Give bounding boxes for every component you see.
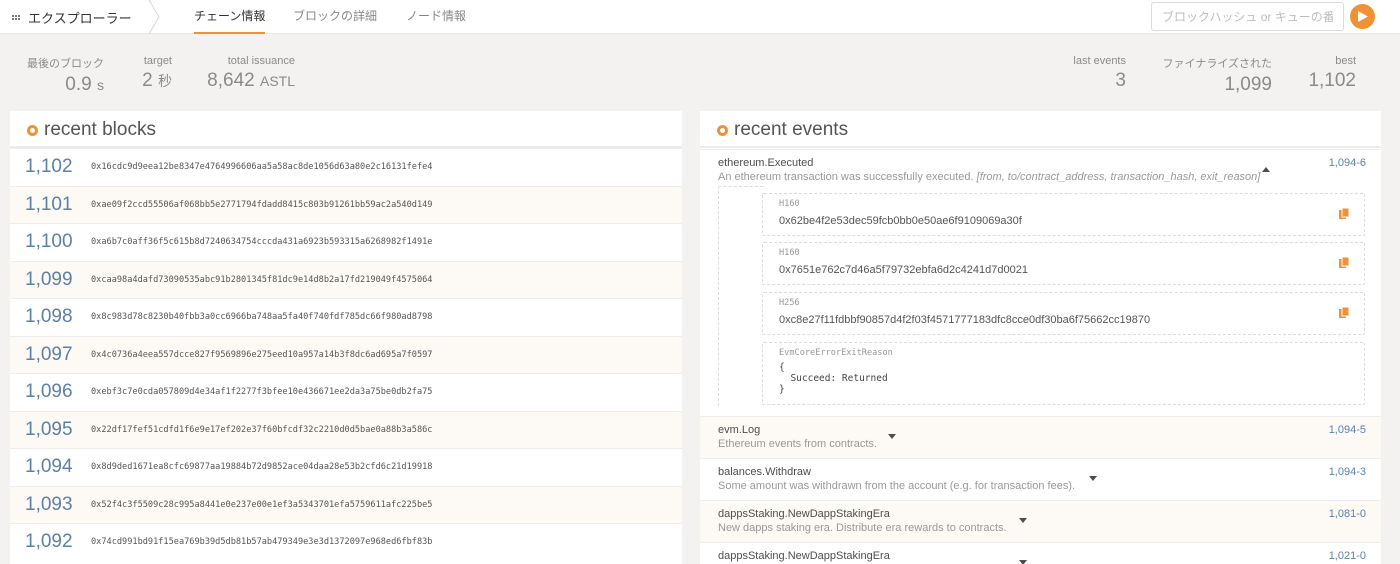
block-number-link[interactable]: 1,097 xyxy=(25,344,73,366)
expand-caret-icon[interactable] xyxy=(1019,560,1027,564)
copy-icon[interactable] xyxy=(1339,208,1350,220)
table-row[interactable]: 1,094 0x8d9ded1671ea8cfc69877aa19884b72d9… xyxy=(10,448,682,485)
block-number-link[interactable]: 1,101 xyxy=(25,194,73,216)
param-box: H160 0x62be4f2e53dec59fcb0bb0e50ae6f9109… xyxy=(762,193,1365,236)
table-row[interactable]: 1,092 0x74cd991bd91f15ea769b39d5db81b57ab… xyxy=(10,523,682,560)
event-id-link[interactable]: 1,094-6 xyxy=(1329,157,1366,169)
param-box: H256 0xc8e27f11fdbbf90857d4f2f03f4571777… xyxy=(762,292,1365,335)
status-dot-icon xyxy=(717,124,728,136)
block-number-link[interactable]: 1,099 xyxy=(25,269,73,291)
event-name: balances.Withdraw xyxy=(718,466,811,478)
block-number-link[interactable]: 1,098 xyxy=(25,306,73,328)
copy-icon[interactable] xyxy=(1339,257,1350,269)
event-description: Ethereum events from contracts. xyxy=(718,438,877,450)
tab-block-details[interactable]: ブロックの詳細 xyxy=(281,7,389,34)
top-nav: エクスプローラー チェーン情報 ブロックの詳細 ノード情報 xyxy=(0,0,1400,34)
event-id-link[interactable]: 1,021-0 xyxy=(1329,550,1366,562)
block-hash: 0x22df17fef51cdfd1f6e9e17ef202e37f60bfcd… xyxy=(91,424,433,435)
table-row[interactable]: 1,095 0x22df17fef51cdfd1f6e9e17ef202e37f6… xyxy=(10,410,682,448)
param-type: H160 xyxy=(779,199,800,209)
recent-blocks-title: recent blocks xyxy=(27,119,156,141)
param-value: 0x7651e762c7d46a5f79732ebfa6d2c4241d7d00… xyxy=(779,264,1028,276)
expand-caret-icon[interactable] xyxy=(1089,476,1097,481)
table-row[interactable]: 1,102 0x16cdc9d9eea12be8347e4764996606aa5… xyxy=(10,148,682,185)
param-box: EvmCoreErrorExitReason { Succeed: Return… xyxy=(762,342,1365,405)
table-row[interactable]: 1,099 0xcaa98a4dafd73090535abc91b2801345f… xyxy=(10,260,682,298)
event-description: New dapps staking era. Distribute era re… xyxy=(718,522,1007,534)
event-name: dappsStaking.NewDappStakingEra xyxy=(718,508,890,520)
param-value: 0x62be4f2e53dec59fcb0bb0e50ae6f9109069a3… xyxy=(779,215,1022,227)
event-row[interactable]: dappsStaking.NewDappStakingEra New dapps… xyxy=(700,500,1381,542)
recent-blocks-panel: recent blocks 1,102 0x16cdc9d9eea12be8347… xyxy=(10,111,682,564)
recent-events-panel: recent events ethereum.Executed An ether… xyxy=(700,111,1381,564)
table-row[interactable]: 1,101 0xae09f2ccd55506af068bb5e2771794fda… xyxy=(10,185,682,223)
block-hash: 0xa6b7c0aff36f5c615b8d7240634754cccda431… xyxy=(91,237,433,247)
stat-finalized: ファイナライズされた 1,099 xyxy=(1162,58,1272,95)
stat-best: best 1,102 xyxy=(1308,55,1356,91)
stat-total-issuance: total issuance 8,642 ASTL xyxy=(207,55,295,91)
chevron-right-icon xyxy=(148,0,160,34)
event-description: Some amount was withdrawn from the accou… xyxy=(718,480,1076,492)
block-number-link[interactable]: 1,100 xyxy=(25,231,73,253)
block-number-link[interactable]: 1,093 xyxy=(25,494,73,516)
expand-caret-icon[interactable] xyxy=(888,434,896,439)
param-value: 0xc8e27f11fdbbf90857d4f2f03f4571777183df… xyxy=(779,314,1151,326)
status-dot-icon xyxy=(27,124,38,136)
block-hash: 0x8d9ded1671ea8cfc69877aa19884b72d9852ac… xyxy=(91,462,433,472)
block-number-link[interactable]: 1,096 xyxy=(25,381,73,403)
play-icon xyxy=(1358,11,1368,22)
stat-last-block: 最後のブロック 0.9 s xyxy=(27,58,104,95)
param-group-border xyxy=(718,186,763,187)
search-go-button[interactable] xyxy=(1350,4,1375,29)
table-row[interactable]: 1,100 0xa6b7c0aff36f5c615b8d7240634754ccc… xyxy=(10,223,682,260)
app-selector[interactable]: エクスプローラー xyxy=(12,7,132,27)
param-box: H160 0x7651e762c7d46a5f79732ebfa6d2c4241… xyxy=(762,242,1365,285)
block-hash: 0xcaa98a4dafd73090535abc91b2801345f81dc9… xyxy=(91,274,433,285)
apps-grid-icon xyxy=(12,14,20,20)
expand-caret-icon[interactable] xyxy=(1019,518,1027,523)
table-row[interactable]: 1,096 0xebf3c7e0cda057809d4e34af1f2277f3b… xyxy=(10,373,682,410)
event-row[interactable]: dappsStaking.NewDappStakingEra 1,021-0 xyxy=(700,542,1381,564)
stat-last-events: last events 3 xyxy=(1073,55,1126,91)
event-name: ethereum.Executed xyxy=(718,157,814,169)
block-hash: 0x74cd991bd91f15ea769b39d5db81b57ab47934… xyxy=(91,537,433,547)
event-row[interactable]: balances.Withdraw Some amount was withdr… xyxy=(700,458,1381,500)
event-id-link[interactable]: 1,094-5 xyxy=(1329,424,1366,436)
block-hash: 0x4c0736a4eea557dcce827f9569896e275eed10… xyxy=(91,349,433,360)
recent-events-title: recent events xyxy=(717,119,848,141)
tab-chain-info[interactable]: チェーン情報 xyxy=(182,7,277,34)
search-input[interactable] xyxy=(1151,2,1344,31)
param-type: H160 xyxy=(779,248,800,258)
app-label: エクスプローラー xyxy=(28,10,132,26)
block-number-link[interactable]: 1,092 xyxy=(25,531,73,553)
block-number-link[interactable]: 1,102 xyxy=(25,156,73,178)
block-hash: 0x8c983d78c8230b40fbb3a0cc6966ba748aa5fa… xyxy=(91,312,433,322)
event-name: evm.Log xyxy=(718,424,761,436)
event-name: dappsStaking.NewDappStakingEra xyxy=(718,550,890,562)
collapse-caret-icon[interactable] xyxy=(1262,167,1270,172)
param-type: EvmCoreErrorExitReason xyxy=(779,348,893,358)
param-group-border xyxy=(718,186,719,406)
tab-node-info[interactable]: ノード情報 xyxy=(394,7,478,34)
divider xyxy=(700,146,1381,148)
block-hash: 0xae09f2ccd55506af068bb5e2771794fdadd841… xyxy=(91,199,433,210)
param-value: { Succeed: Returned } xyxy=(779,362,888,395)
block-number-link[interactable]: 1,095 xyxy=(25,419,73,441)
table-row[interactable]: 1,097 0x4c0736a4eea557dcce827f9569896e275… xyxy=(10,335,682,373)
event-id-link[interactable]: 1,081-0 xyxy=(1329,508,1366,520)
block-hash: 0xebf3c7e0cda057809d4e34af1f2277f3bfee10… xyxy=(91,387,433,397)
table-row[interactable]: 1,098 0x8c983d78c8230b40fbb3a0cc6966ba748… xyxy=(10,298,682,335)
stat-target: target 2 秒 xyxy=(142,55,172,91)
event-id-link[interactable]: 1,094-3 xyxy=(1329,466,1366,478)
event-description: An ethereum transaction was successfully… xyxy=(718,171,1261,183)
event-row[interactable]: evm.Log Ethereum events from contracts. … xyxy=(700,416,1381,458)
table-row[interactable]: 1,093 0x52f4c3f5509c28c995a8441e0e237e00e… xyxy=(10,485,682,523)
block-hash: 0x16cdc9d9eea12be8347e4764996606aa5a58ac… xyxy=(91,162,433,172)
block-number-link[interactable]: 1,094 xyxy=(25,456,73,478)
param-type: H256 xyxy=(779,298,800,308)
block-hash: 0x52f4c3f5509c28c995a8441e0e237e00e1ef3a… xyxy=(91,499,433,510)
copy-icon[interactable] xyxy=(1339,307,1350,319)
